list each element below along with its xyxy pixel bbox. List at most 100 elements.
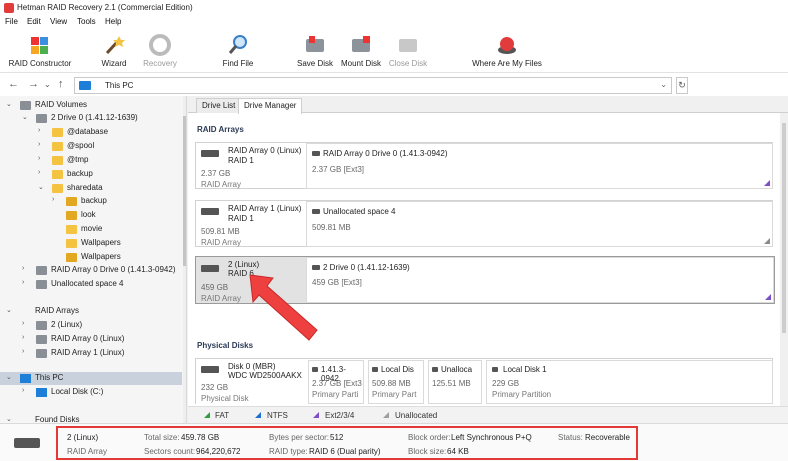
recovery-button[interactable]: Recovery: [140, 30, 180, 72]
partition-block[interactable]: 1.41.3-0942 2.37 GB [Ext3 Primary Parti: [308, 360, 364, 404]
menu-help[interactable]: Help: [105, 17, 121, 26]
mount-disk-button[interactable]: Mount Disk: [338, 30, 384, 72]
deleted-folder-icon: [66, 253, 77, 262]
expand-icon[interactable]: ›: [22, 265, 24, 272]
magnifier-icon: [228, 35, 247, 54]
back-icon[interactable]: ←: [8, 78, 19, 90]
wand-icon: [105, 36, 125, 55]
collapse-icon[interactable]: ⌄: [6, 100, 12, 108]
close-disk-button[interactable]: Close Disk: [388, 30, 428, 72]
folder-icon: [52, 142, 63, 151]
collapse-icon[interactable]: ⌄: [6, 373, 12, 381]
window-title: Hetman RAID Recovery 2.1 (Commercial Edi…: [17, 3, 193, 12]
physical-disk-card[interactable]: Disk 0 (MBR) WDC WD2500AAKX 232 GB Physi…: [195, 358, 773, 404]
volume-icon: [432, 367, 438, 372]
collapse-icon[interactable]: ⌄: [6, 306, 12, 314]
filesystem-legend: FAT NTFS Ext2/3/4 Unallocated: [188, 406, 788, 423]
address-input[interactable]: This PC ⌄: [74, 77, 672, 94]
raid-arrays-heading: RAID Arrays: [197, 125, 244, 134]
volume-icon: [492, 367, 498, 372]
volume-block[interactable]: 2 Drive 0 (1.41.12-1639) 459 GB [Ext3]: [306, 257, 774, 303]
tab-drive-manager[interactable]: Drive Manager: [238, 98, 303, 114]
expand-icon[interactable]: ›: [22, 279, 24, 286]
volume-block[interactable]: Unallocated space 4 509.81 MB: [306, 201, 773, 247]
forward-icon[interactable]: →: [28, 78, 39, 90]
deleted-folder-icon: [66, 197, 77, 206]
disk-icon: [201, 265, 219, 272]
expand-icon[interactable]: ›: [38, 141, 40, 148]
disk-icon: [201, 208, 219, 215]
raid-array-card[interactable]: RAID Array 0 (Linux) RAID 1 2.37 GB RAID…: [195, 142, 773, 189]
partition-block[interactable]: Unalloca 125.51 MB: [428, 360, 482, 404]
expand-icon[interactable]: ›: [22, 320, 24, 327]
fat-marker: [204, 412, 210, 418]
tab-bar: Drive List Drive Manager: [188, 96, 788, 114]
menu-view[interactable]: View: [50, 17, 67, 26]
raid-constructor-button[interactable]: RAID Constructor: [4, 30, 76, 72]
expand-icon[interactable]: ›: [38, 155, 40, 162]
ext-type-marker: [765, 294, 771, 300]
folder-icon: [66, 225, 77, 234]
chevron-down-icon[interactable]: ⌄: [660, 80, 667, 89]
disk-icon: [14, 438, 40, 448]
scrollbar-thumb[interactable]: [183, 116, 186, 266]
disk-icon: [36, 349, 47, 358]
where-are-my-files-button[interactable]: Where Are My Files: [470, 30, 544, 72]
raid-icon: [20, 101, 31, 110]
disk-icon: [36, 335, 47, 344]
main-scrollbar[interactable]: [780, 113, 788, 406]
volume-icon: [312, 209, 320, 214]
disk-save-icon: [306, 36, 324, 52]
tab-drive-list[interactable]: Drive List: [196, 98, 242, 113]
expand-icon[interactable]: ›: [22, 348, 24, 355]
find-file-button[interactable]: Find File: [218, 30, 258, 72]
status-panel: 2 (Linux) RAID Array Total size: 459.78 …: [0, 423, 788, 461]
expand-icon[interactable]: ›: [38, 127, 40, 134]
tree-scrollbar[interactable]: [183, 96, 186, 423]
partition-block[interactable]: Local Disk 1 229 GB Primary Partition: [486, 360, 773, 404]
volume-icon: [372, 367, 378, 372]
collapse-icon[interactable]: ⌄: [6, 415, 12, 423]
red-button-icon: [498, 37, 516, 54]
unallocated-marker: [383, 412, 389, 418]
folder-icon: [52, 184, 63, 193]
expand-icon[interactable]: ›: [22, 334, 24, 341]
collapse-icon[interactable]: ⌄: [38, 183, 44, 191]
save-disk-button[interactable]: Save Disk: [296, 30, 334, 72]
tree-item-this-pc[interactable]: ⌄ This PC: [0, 372, 182, 385]
disk-icon: [36, 266, 47, 275]
expand-icon[interactable]: ›: [52, 196, 54, 203]
folder-icon: [52, 156, 63, 165]
menu-edit[interactable]: Edit: [27, 17, 41, 26]
refresh-icon[interactable]: ↻: [676, 77, 688, 94]
wizard-button[interactable]: Wizard: [96, 30, 132, 72]
volume-icon: [312, 367, 318, 372]
unallocated-type-marker: [764, 238, 770, 244]
disk-icon: [36, 280, 47, 289]
drive-manager-panel: Drive List Drive Manager RAID Arrays RAI…: [188, 96, 788, 423]
disk-icon: [36, 321, 47, 330]
disk-icon: [36, 114, 47, 123]
folder-icon: [52, 128, 63, 137]
menu-tools[interactable]: Tools: [77, 17, 96, 26]
raid-array-card[interactable]: RAID Array 1 (Linux) RAID 1 509.81 MB RA…: [195, 200, 773, 247]
scrollbar-thumb[interactable]: [782, 123, 786, 333]
up-icon[interactable]: ↑: [58, 78, 64, 90]
expand-icon[interactable]: ›: [38, 169, 40, 176]
menu-bar: File Edit View Tools Help: [0, 16, 788, 30]
disk-icon: [201, 150, 219, 157]
folder-icon: [66, 239, 77, 248]
computer-icon: [20, 374, 31, 383]
red-arrow-annotation: [249, 274, 318, 341]
deleted-folder-icon: [66, 211, 77, 220]
collapse-icon[interactable]: ⌄: [22, 113, 28, 121]
expand-icon[interactable]: ›: [22, 387, 24, 394]
folder-icon: [52, 170, 63, 179]
menu-file[interactable]: File: [5, 17, 18, 26]
toolbar: RAID Constructor Wizard Recovery Find Fi…: [0, 30, 788, 72]
partition-block[interactable]: Local Dis 509.88 MB Primary Part: [368, 360, 424, 404]
chevron-down-icon[interactable]: ⌄: [44, 80, 51, 89]
volume-block[interactable]: RAID Array 0 Drive 0 (1.41.3-0942) 2.37 …: [306, 143, 773, 189]
disk-icon: [201, 366, 219, 373]
title-bar: Hetman RAID Recovery 2.1 (Commercial Edi…: [0, 0, 788, 16]
